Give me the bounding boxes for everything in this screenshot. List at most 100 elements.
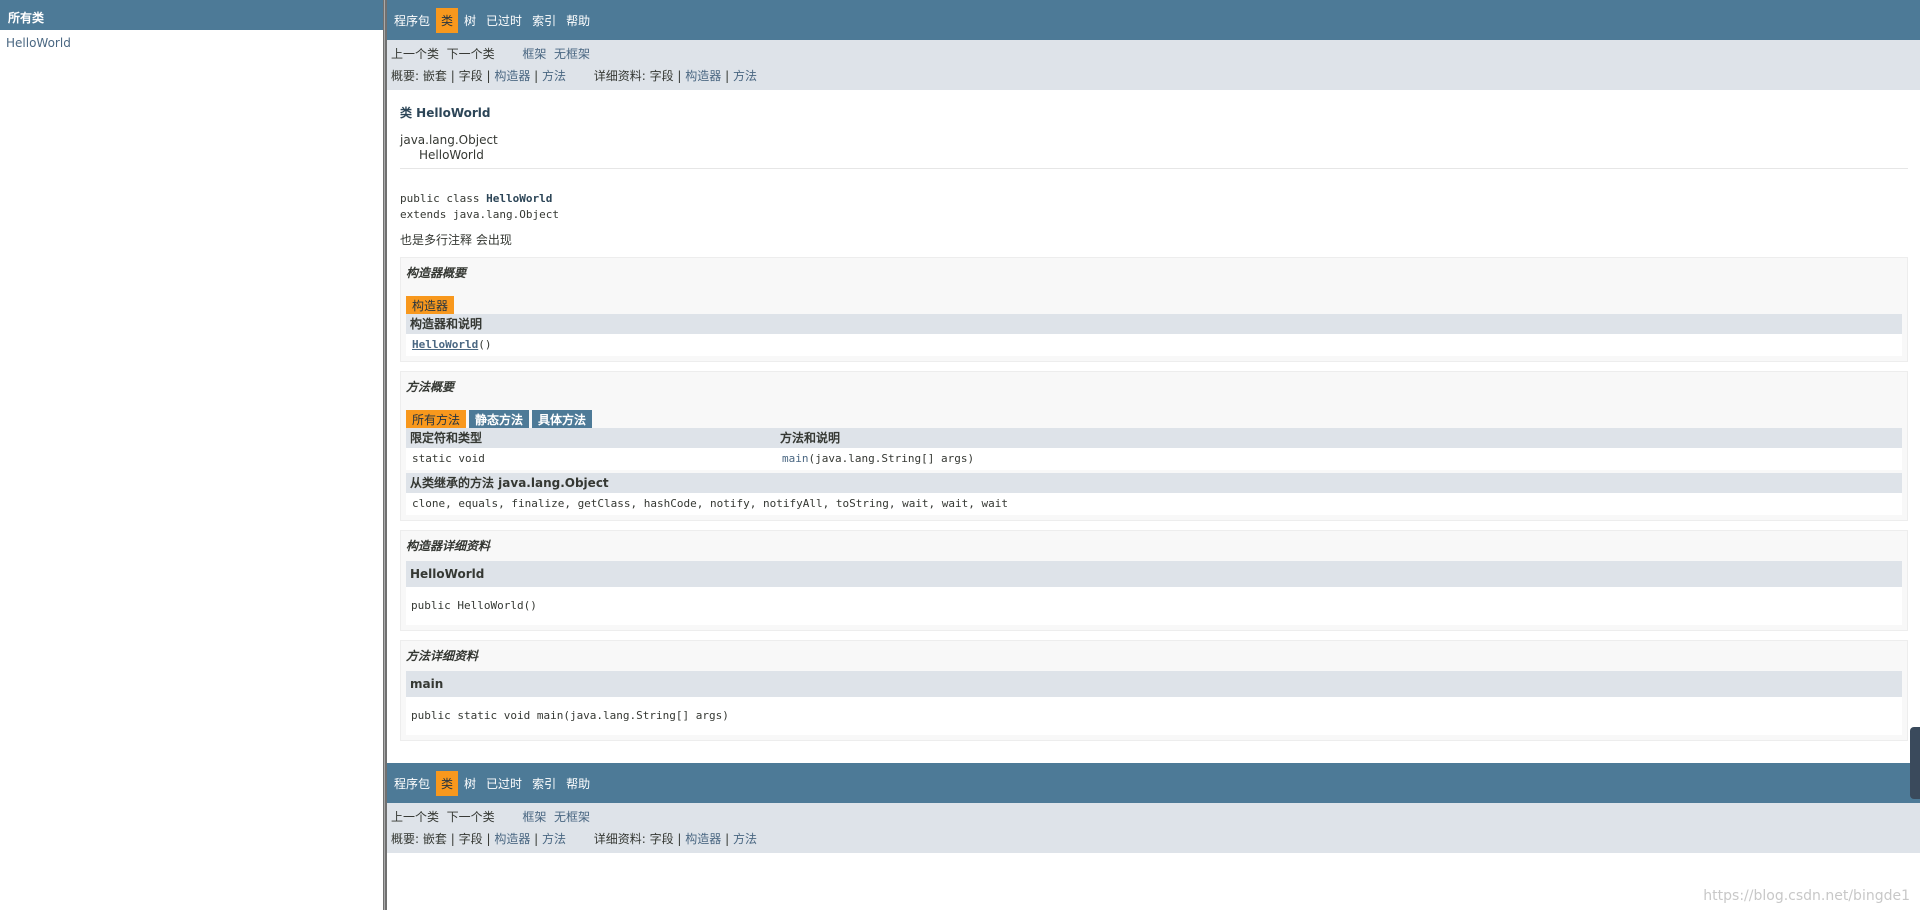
method-detail-name: main [406, 671, 1902, 697]
child-class: HelloWorld [419, 148, 484, 162]
constructor-table-header: 构造器和说明 [406, 314, 1902, 334]
method-detail: 方法详细资料 main public static void main(java… [400, 640, 1908, 741]
nav-class: 类 [436, 7, 459, 33]
separator: | [534, 69, 539, 83]
parent-class: java.lang.Object [400, 133, 498, 147]
method-modifier: static void [412, 452, 485, 465]
constructor-detail-signature: public HelloWorld() [406, 587, 1902, 625]
nav-index[interactable]: 索引 [528, 773, 560, 794]
detail-methods-link[interactable]: 方法 [733, 832, 757, 846]
tab-all-methods[interactable]: 所有方法 [406, 410, 467, 428]
detail-label: 详细资料: [593, 69, 646, 83]
constructor-params: () [478, 338, 492, 351]
constructor-caption: 构造器 [406, 296, 455, 314]
tab-static-methods[interactable]: 静态方法 [469, 410, 530, 428]
sub-nav: 上一个类 下一个类 框架 无框架 概要: 嵌套 | 字段 | 构造器 | 方法 … [387, 40, 1920, 90]
nav-tree[interactable]: 树 [460, 10, 480, 31]
col-header: 构造器和说明 [410, 317, 483, 331]
nav-deprecated[interactable]: 已过时 [482, 10, 526, 31]
detail-constructors-link[interactable]: 构造器 [685, 832, 721, 846]
separator: | [486, 832, 491, 846]
all-classes-header: 所有类 [0, 0, 383, 30]
separator: | [534, 832, 539, 846]
frames-link[interactable]: 框架 [522, 47, 546, 61]
sig-prefix: public class [400, 192, 487, 205]
inheritance-tree: java.lang.Object HelloWorld [400, 133, 1908, 163]
class-frame: 程序包 类 树 已过时 索引 帮助 上一个类 下一个类 框架 无框架 概要: 嵌… [387, 0, 1920, 910]
separator: | [725, 69, 730, 83]
scrollbar-grip[interactable] [1910, 727, 1920, 799]
class-signature: public class HelloWorld extends java.lan… [400, 191, 1908, 223]
detail-constructors-link[interactable]: 构造器 [685, 69, 721, 83]
nav-package[interactable]: 程序包 [390, 773, 434, 794]
col-modifier: 限定符和类型 [410, 431, 483, 445]
class-title: 类 HelloWorld [400, 106, 491, 120]
divider [400, 168, 1908, 169]
table-row: HelloWorld() [406, 334, 1902, 356]
separator: | [725, 832, 730, 846]
nav-package[interactable]: 程序包 [390, 10, 434, 31]
nav-deprecated[interactable]: 已过时 [482, 773, 526, 794]
detail-methods-link[interactable]: 方法 [733, 69, 757, 83]
detail-fields: 字段 [649, 69, 674, 83]
summary-nested: 嵌套 [422, 832, 447, 846]
tab-concrete-methods[interactable]: 具体方法 [532, 410, 593, 428]
nav-help[interactable]: 帮助 [562, 10, 594, 31]
inherited-methods-row: clone, equals, finalize, getClass, hashC… [406, 493, 1902, 515]
summary-constructors-link[interactable]: 构造器 [494, 69, 530, 83]
method-summary: 方法概要 所有方法 静态方法 具体方法 限定符和类型 方法和说明 static … [400, 371, 1908, 521]
method-params: (java.lang.String[] args) [808, 452, 975, 465]
constructor-summary: 构造器概要 构造器 构造器和说明 HelloWorld() [400, 257, 1908, 362]
summary-fields: 字段 [458, 69, 483, 83]
constructor-summary-title: 构造器概要 [406, 266, 467, 280]
class-content: 类 HelloWorld java.lang.Object HelloWorld… [387, 104, 1920, 741]
sig-extends: extends java.lang.Object [400, 208, 559, 221]
method-table-header: 限定符和类型 方法和说明 [406, 428, 1902, 448]
top-nav-bar: 程序包 类 树 已过时 索引 帮助 [387, 0, 1920, 40]
nav-tree[interactable]: 树 [460, 773, 480, 794]
summary-label: 概要: [391, 69, 420, 83]
method-detail-title: 方法详细资料 [406, 649, 479, 663]
nav-index[interactable]: 索引 [528, 10, 560, 31]
col-method: 方法和说明 [780, 431, 841, 445]
nav-help[interactable]: 帮助 [562, 773, 594, 794]
prev-class: 上一个类 [391, 47, 440, 61]
watermark: https://blog.csdn.net/bingde1 [1703, 888, 1910, 904]
method-summary-title: 方法概要 [406, 380, 455, 394]
inherited-methods-header: 从类继承的方法 java.lang.Object [406, 473, 1902, 493]
constructor-link[interactable]: HelloWorld [412, 338, 478, 351]
all-classes-frame: 所有类 HelloWorld [0, 0, 383, 910]
detail-fields: 字段 [649, 832, 674, 846]
table-row: static void main(java.lang.String[] args… [406, 448, 1902, 470]
sig-class-name: HelloWorld [486, 192, 553, 205]
inherited-header-text: 从类继承的方法 java.lang.Object [410, 476, 609, 490]
summary-nested: 嵌套 [422, 69, 447, 83]
class-list: HelloWorld [0, 30, 383, 56]
method-link-main[interactable]: main [782, 452, 809, 465]
bottom-nav-bar: 程序包 类 树 已过时 索引 帮助 [387, 763, 1920, 803]
separator: | [677, 832, 682, 846]
no-frames-link[interactable]: 无框架 [554, 47, 590, 61]
next-class: 下一个类 [446, 810, 495, 824]
prev-class: 上一个类 [391, 810, 440, 824]
frames-link[interactable]: 框架 [522, 810, 546, 824]
inherited-methods: clone, equals, finalize, getClass, hashC… [412, 497, 1009, 510]
separator: | [450, 69, 455, 83]
constructor-detail-name: HelloWorld [406, 561, 1902, 587]
next-class: 下一个类 [446, 47, 495, 61]
summary-fields: 字段 [458, 832, 483, 846]
separator: | [486, 69, 491, 83]
no-frames-link[interactable]: 无框架 [554, 810, 590, 824]
summary-methods-link[interactable]: 方法 [542, 832, 566, 846]
summary-constructors-link[interactable]: 构造器 [494, 832, 530, 846]
separator: | [450, 832, 455, 846]
detail-label: 详细资料: [593, 832, 646, 846]
summary-methods-link[interactable]: 方法 [542, 69, 566, 83]
class-link-helloworld[interactable]: HelloWorld [6, 36, 71, 50]
summary-label: 概要: [391, 832, 420, 846]
nav-class: 类 [436, 770, 459, 796]
method-detail-signature: public static void main(java.lang.String… [406, 697, 1902, 735]
separator: | [677, 69, 682, 83]
constructor-detail-title: 构造器详细资料 [406, 539, 491, 553]
constructor-detail: 构造器详细资料 HelloWorld public HelloWorld() [400, 530, 1908, 631]
